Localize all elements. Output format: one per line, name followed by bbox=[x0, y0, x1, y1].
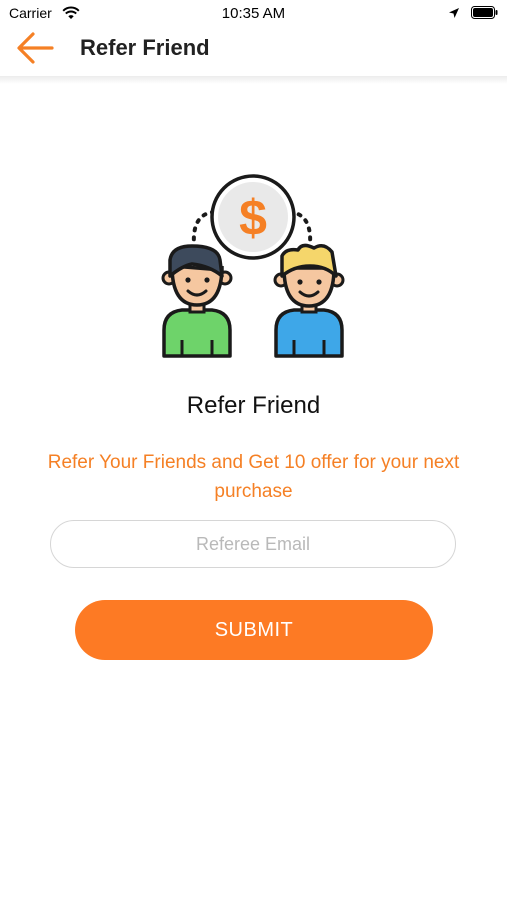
refer-title: Refer Friend bbox=[186, 392, 321, 419]
refer-friends-illustration: $ bbox=[161, 174, 345, 358]
battery-icon bbox=[471, 6, 498, 19]
arrow-left-icon bbox=[17, 32, 54, 64]
header-divider bbox=[0, 76, 507, 84]
app-header: Refer Friend bbox=[0, 26, 507, 76]
page-title: Refer Friend bbox=[80, 35, 210, 60]
svg-text:$: $ bbox=[239, 190, 267, 246]
left-person bbox=[161, 244, 233, 358]
right-person bbox=[273, 243, 345, 358]
back-button[interactable] bbox=[14, 29, 56, 69]
referee-email-input[interactable] bbox=[50, 520, 456, 568]
clock-time: 10:35 AM bbox=[221, 5, 286, 22]
location-arrow-icon bbox=[449, 8, 459, 18]
submit-button[interactable]: SUBMIT bbox=[75, 600, 433, 660]
status-bar: Carrier 10:35 AM bbox=[0, 0, 507, 26]
refer-description: Refer Your Friends and Get 10 offer for … bbox=[47, 452, 460, 502]
